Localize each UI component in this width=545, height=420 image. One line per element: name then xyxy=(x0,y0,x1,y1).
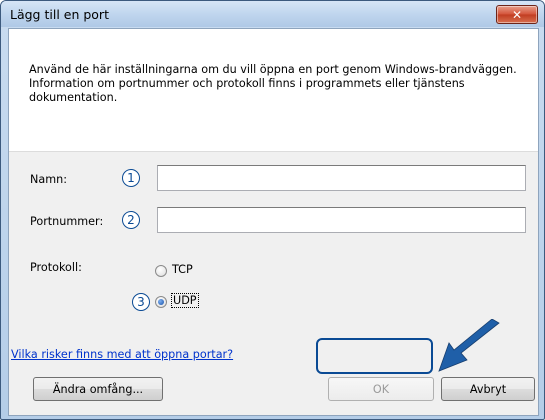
ok-button-highlight xyxy=(316,338,433,374)
change-scope-button-label: Ändra omfång... xyxy=(52,382,144,396)
close-button[interactable]: ✕ xyxy=(496,5,538,24)
ok-button[interactable]: OK xyxy=(328,377,434,401)
udp-radio[interactable] xyxy=(155,296,167,308)
cancel-button-label: Avbryt xyxy=(469,382,507,396)
cancel-button[interactable]: Avbryt xyxy=(441,377,535,401)
description-panel: Använd de här inställningarna om du vill… xyxy=(9,29,538,152)
tcp-radio-label[interactable]: TCP xyxy=(172,263,193,276)
dialog-title: Lägg till en port xyxy=(10,7,109,22)
tcp-radio[interactable] xyxy=(155,265,167,277)
pointer-arrow-icon xyxy=(438,319,500,372)
ok-button-label: OK xyxy=(372,382,390,396)
protocol-label: Protokoll: xyxy=(30,261,82,274)
title-bar: Lägg till en port ✕ xyxy=(1,1,544,27)
add-port-dialog: Lägg till en port ✕ Använd de här instäl… xyxy=(0,0,545,420)
name-field[interactable] xyxy=(157,165,526,191)
port-risks-link[interactable]: Vilka risker finns med att öppna portar? xyxy=(11,348,233,361)
callout-1: 1 xyxy=(122,169,140,187)
close-icon: ✕ xyxy=(511,7,523,22)
callout-3: 3 xyxy=(132,293,150,311)
name-label: Namn: xyxy=(30,173,67,186)
change-scope-button[interactable]: Ändra omfång... xyxy=(33,377,163,401)
callout-2: 2 xyxy=(122,211,140,229)
description-text: Använd de här inställningarna om du vill… xyxy=(29,63,517,104)
port-number-field[interactable] xyxy=(157,207,526,233)
udp-radio-label[interactable]: UDP xyxy=(171,293,199,308)
port-number-label: Portnummer: xyxy=(30,215,104,228)
